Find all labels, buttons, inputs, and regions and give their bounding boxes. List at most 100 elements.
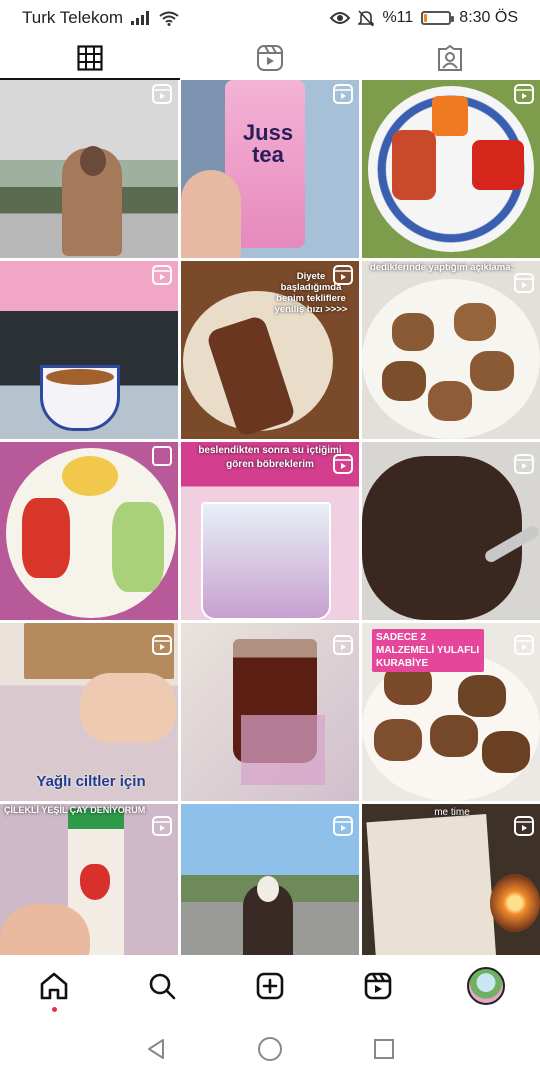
nav-reels[interactable] <box>348 956 408 1016</box>
grid-post-15[interactable]: me time <box>362 804 540 955</box>
status-left: Turk Telekom <box>22 8 179 28</box>
reel-badge-icon <box>152 816 172 841</box>
muted-bell-icon <box>358 9 375 27</box>
grid-post-5[interactable]: Diyete başladığımda benim tekliflere yen… <box>181 261 359 439</box>
photo-hand <box>0 904 90 955</box>
grid-post-11[interactable] <box>181 623 359 801</box>
photo-carrots <box>432 96 468 136</box>
photo-mug <box>362 456 522 620</box>
photo-peppers <box>472 140 524 190</box>
photo-cookie <box>428 381 472 421</box>
grid-post-12[interactable]: SADECE 2 MALZEMELİ YULAFLI KURABİYE <box>362 623 540 801</box>
photo-tomatoes <box>22 498 70 578</box>
nav-search[interactable] <box>132 956 192 1016</box>
reel-badge-icon <box>152 265 172 290</box>
carrier-name: Turk Telekom <box>22 8 124 27</box>
photo-cookie <box>374 719 422 761</box>
reel-badge-icon <box>333 84 353 109</box>
photo-strawberry <box>80 864 110 900</box>
back-icon[interactable] <box>144 1037 168 1061</box>
photo-cucumbers <box>112 502 164 592</box>
tab-reels[interactable] <box>180 36 360 80</box>
grid-post-8[interactable]: beslendikten sonra su içtiğimi gören böb… <box>181 442 359 620</box>
grid-post-2[interactable]: Juss tea <box>181 80 359 258</box>
grid-post-10[interactable]: Yağlı ciltler için <box>0 623 178 801</box>
reels-nav-icon <box>364 972 392 1000</box>
grid-post-4[interactable] <box>0 261 178 439</box>
reel-badge-icon <box>514 816 534 841</box>
reels-icon <box>257 45 283 71</box>
photo-cookie <box>458 675 506 717</box>
photo-coaster <box>241 715 325 785</box>
reel-badge-icon <box>514 84 534 109</box>
photo-glass <box>201 502 331 620</box>
photo-cookie <box>482 731 530 773</box>
grid-post-7[interactable] <box>0 442 178 620</box>
reel-badge-icon <box>333 816 353 841</box>
battery-icon <box>421 11 455 25</box>
nav-home[interactable] <box>24 956 84 1016</box>
reel-badge-icon <box>514 273 534 298</box>
grid-post-6[interactable]: dediklerinde yaptığım açıklama: <box>362 261 540 439</box>
reel-badge-icon <box>152 84 172 109</box>
home-circle-icon[interactable] <box>257 1036 283 1062</box>
profile-tabs <box>0 36 540 80</box>
wifi-icon <box>159 11 179 26</box>
bottom-nav <box>0 955 540 1017</box>
post-caption: SADECE 2 MALZEMELİ YULAFLI KURABİYE <box>372 629 484 672</box>
photo-candle <box>490 874 540 932</box>
home-icon <box>40 972 68 1000</box>
post-caption: beslendikten sonra su içtiğimi gören böb… <box>198 445 342 470</box>
photo-eggs <box>62 456 118 496</box>
reel-badge-icon <box>514 454 534 479</box>
eye-icon <box>330 12 351 24</box>
reel-badge-icon <box>333 265 353 290</box>
create-icon <box>256 972 284 1000</box>
photo-cookie <box>382 361 426 401</box>
photo-food <box>392 130 436 200</box>
photo-cookie <box>470 351 514 391</box>
post-caption: Yağlı ciltler için <box>36 773 146 790</box>
profile-avatar <box>467 967 505 1005</box>
photo-cookie <box>454 303 496 341</box>
photo-hand <box>181 170 241 258</box>
grid-post-14[interactable] <box>181 804 359 955</box>
reel-badge-icon <box>333 635 353 660</box>
search-icon <box>149 973 176 1000</box>
post-multi-icon <box>152 446 172 471</box>
post-caption: Juss tea <box>242 120 294 167</box>
reel-badge-icon <box>514 635 534 660</box>
photo-coffee <box>46 369 114 385</box>
battery-level <box>424 14 428 22</box>
nav-profile[interactable] <box>456 956 516 1016</box>
grid-post-3[interactable] <box>362 80 540 258</box>
post-caption: me time <box>434 807 470 818</box>
photo-hand <box>80 673 176 743</box>
photo-book <box>366 814 498 955</box>
post-caption: ÇİLEKLİ YEŞİL ÇAY DENİYORUM <box>4 805 146 815</box>
battery-percent: %11 <box>382 9 414 26</box>
photo-cookie <box>392 313 434 351</box>
signal-icon <box>131 11 150 25</box>
grid-icon <box>77 45 103 71</box>
recents-icon[interactable] <box>372 1037 396 1061</box>
nav-create[interactable] <box>240 956 300 1016</box>
grid-post-1[interactable] <box>0 80 178 258</box>
tagged-icon <box>438 44 462 71</box>
tab-tagged[interactable] <box>360 36 540 80</box>
tab-grid[interactable] <box>0 36 180 80</box>
clock: 8:30 ÖS <box>459 9 518 26</box>
posts-grid: Juss tea Diyete başladığımda benim tekli… <box>0 80 540 955</box>
reel-badge-icon <box>333 454 353 479</box>
photo-cookie <box>430 715 478 757</box>
system-nav <box>0 1017 540 1080</box>
status-bar: Turk Telekom %11 8:30 ÖS <box>0 0 540 36</box>
reel-badge-icon <box>152 635 172 660</box>
photo-head <box>80 146 106 176</box>
photo-head <box>257 876 279 902</box>
post-caption: dediklerinde yaptığım açıklama: <box>370 262 514 273</box>
grid-post-9[interactable] <box>362 442 540 620</box>
grid-post-13[interactable]: ÇİLEKLİ YEŞİL ÇAY DENİYORUM <box>0 804 178 955</box>
notification-dot <box>52 1007 57 1012</box>
status-right: %11 8:30 ÖS <box>330 9 518 27</box>
